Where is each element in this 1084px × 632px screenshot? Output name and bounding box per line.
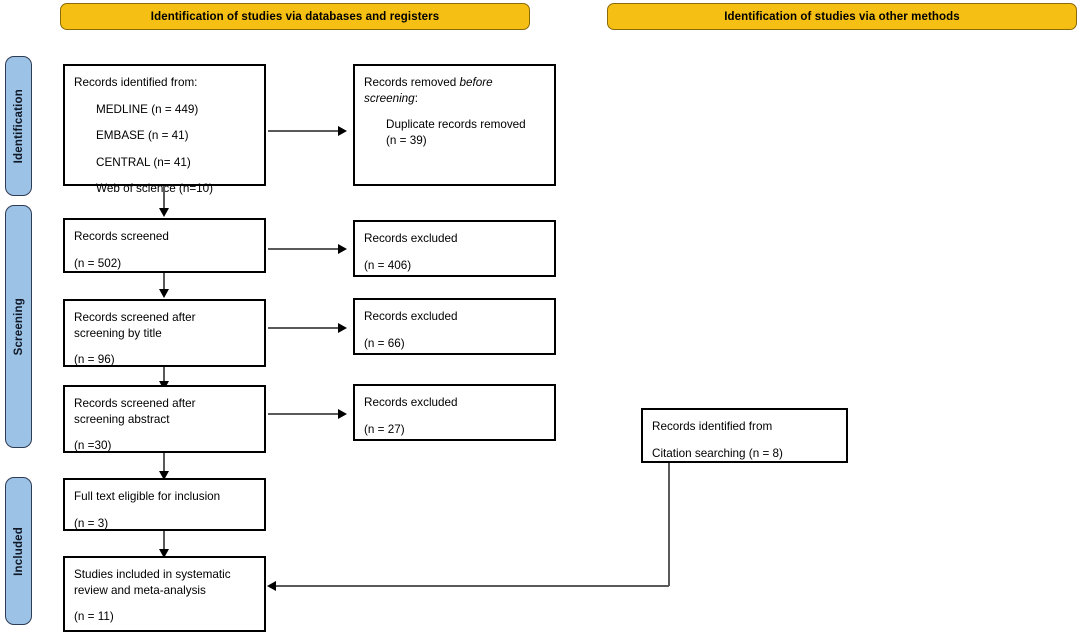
records-screened-count: (n = 502) bbox=[74, 256, 122, 270]
stage-label-identification: Identification bbox=[12, 88, 25, 164]
node-citation-searching: Records identified from Citation searchi… bbox=[641, 408, 848, 463]
stage-rail-identification: Identification bbox=[5, 56, 32, 196]
node-studies-included: Studies included in systematic review an… bbox=[63, 556, 266, 632]
connector-abstract-to-fulltext bbox=[163, 453, 165, 473]
records-removed-prefix: Records removed bbox=[364, 76, 460, 89]
stage-label-screening: Screening bbox=[12, 297, 25, 356]
records-removed-detail-line1: Duplicate records removed bbox=[386, 118, 526, 131]
records-identified-title: Records identified from: bbox=[74, 76, 198, 89]
full-text-title: Full text eligible for inclusion bbox=[74, 490, 221, 503]
records-removed-italic-screening: screening bbox=[364, 91, 415, 105]
node-records-excluded-3: Records excluded (n = 27) bbox=[353, 384, 556, 441]
node-records-excluded-2: Records excluded (n = 66) bbox=[353, 298, 556, 355]
arrowhead-identified-to-screened bbox=[159, 208, 169, 217]
studies-included-line2: review and meta-analysis bbox=[74, 583, 206, 597]
node-records-excluded-1: Records excluded (n = 406) bbox=[353, 220, 556, 277]
records-identified-source-webofscience: Web of science (n=10) bbox=[96, 182, 214, 195]
records-excluded-2-count: (n = 66) bbox=[364, 336, 405, 350]
studies-included-line1: Studies included in systematic bbox=[74, 568, 231, 581]
stage-rail-included: Included bbox=[5, 477, 32, 625]
stage-label-included: Included bbox=[12, 526, 25, 576]
studies-included-count: (n = 11) bbox=[74, 610, 114, 623]
banner-other-methods: Identification of studies via other meth… bbox=[607, 3, 1077, 30]
banner-databases-registers-label: Identification of studies via databases … bbox=[150, 10, 440, 23]
banner-other-methods-label: Identification of studies via other meth… bbox=[724, 10, 960, 23]
records-screened-title: Records screened bbox=[74, 230, 169, 243]
records-excluded-3-count: (n = 27) bbox=[364, 422, 405, 436]
connector-identified-to-removed bbox=[268, 130, 340, 132]
connector-title-to-excluded-2 bbox=[268, 327, 340, 329]
banner-databases-registers: Identification of studies via databases … bbox=[60, 3, 530, 30]
full-text-count: (n = 3) bbox=[74, 516, 109, 530]
records-removed-detail-line2: (n = 39) bbox=[386, 133, 427, 147]
records-identified-source-central: CENTRAL (n= 41) bbox=[96, 155, 191, 169]
node-screened-abstract: Records screened after screening abstrac… bbox=[63, 385, 266, 453]
arrowhead-title-to-excluded-2 bbox=[338, 323, 347, 333]
records-removed-title-line1: Records removed before bbox=[364, 75, 545, 91]
connector-citation-vertical bbox=[668, 463, 670, 586]
node-screened-by-title: Records screened after screening by titl… bbox=[63, 299, 266, 367]
screened-by-title-count: (n = 96) bbox=[74, 353, 115, 366]
screened-abstract-count: (n =30) bbox=[74, 439, 112, 452]
records-identified-source-medline: MEDLINE (n = 449) bbox=[96, 102, 199, 116]
arrowhead-abstract-to-excluded-3 bbox=[338, 409, 347, 419]
records-identified-source-embase: EMBASE (n = 41) bbox=[96, 129, 189, 142]
arrowhead-screened-to-title-screened bbox=[159, 289, 169, 298]
records-excluded-1-title: Records excluded bbox=[364, 232, 458, 245]
screened-abstract-line2: screening abstract bbox=[74, 412, 170, 426]
node-full-text-eligible: Full text eligible for inclusion (n = 3) bbox=[63, 478, 266, 531]
records-removed-colon: : bbox=[414, 91, 418, 105]
records-excluded-1-count: (n = 406) bbox=[364, 258, 412, 272]
records-removed-title-line2: screening: bbox=[364, 91, 545, 107]
records-excluded-3-title: Records excluded bbox=[364, 396, 458, 409]
arrowhead-identified-to-removed bbox=[338, 126, 347, 136]
stage-rail-screening: Screening bbox=[5, 205, 32, 448]
records-excluded-2-title: Records excluded bbox=[364, 310, 458, 323]
connector-citation-horizontal bbox=[276, 585, 669, 587]
connector-abstract-to-excluded-3 bbox=[268, 413, 340, 415]
screened-abstract-line1: Records screened after bbox=[74, 397, 196, 410]
records-removed-italic-before: before bbox=[459, 76, 493, 89]
arrowhead-citation-to-included bbox=[267, 581, 276, 591]
connector-fulltext-to-included bbox=[163, 531, 165, 551]
node-records-identified: Records identified from: MEDLINE (n = 44… bbox=[63, 64, 266, 195]
citation-searching-title: Records identified from bbox=[652, 420, 773, 433]
screened-by-title-line1: Records screened after bbox=[74, 311, 196, 324]
arrowhead-screened-to-excluded-1 bbox=[338, 244, 347, 254]
screened-by-title-line2: screening by title bbox=[74, 326, 162, 340]
citation-searching-detail: Citation searching (n = 8) bbox=[652, 446, 783, 460]
prisma-flow-diagram: Identification of studies via databases … bbox=[0, 0, 1084, 632]
node-records-removed: Records removed before screening: Duplic… bbox=[353, 64, 556, 186]
connector-screened-to-excluded-1 bbox=[268, 248, 340, 250]
node-records-screened: Records screened (n = 502) bbox=[63, 218, 266, 273]
